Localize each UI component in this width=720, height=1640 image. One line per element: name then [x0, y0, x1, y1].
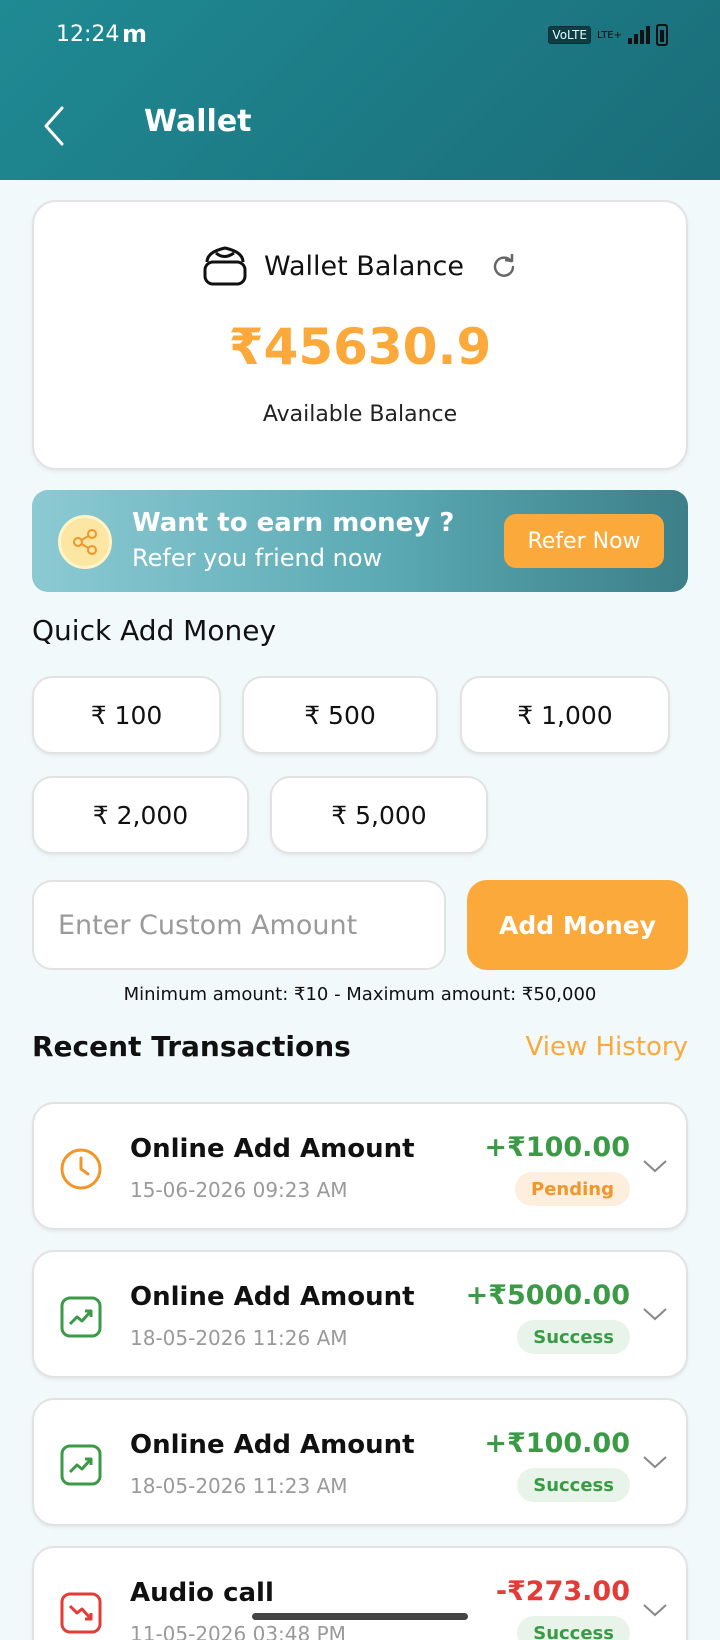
app-logo: m: [122, 20, 148, 48]
quick-amount-1000[interactable]: ₹ 1,000: [460, 676, 670, 754]
trending-down-icon: [58, 1590, 104, 1636]
transaction-date: 11-05-2026 03:48 PM: [130, 1622, 346, 1640]
transaction-item[interactable]: Online Add Amount 18-05-2026 11:26 AM +₹…: [32, 1250, 688, 1378]
transaction-item[interactable]: Audio call 11-05-2026 03:48 PM -₹273.00 …: [32, 1546, 688, 1640]
transaction-title: Audio call: [130, 1578, 274, 1608]
refer-subtitle: Refer you friend now: [132, 544, 383, 572]
clock-icon: [58, 1146, 104, 1192]
transaction-title: Online Add Amount: [130, 1430, 415, 1460]
volte-icon: VoLTE: [548, 26, 591, 44]
wallet-balance-card: Wallet Balance ₹45630.9 Available Balanc…: [32, 200, 688, 470]
wallet-icon: [203, 246, 247, 286]
transaction-date: 18-05-2026 11:26 AM: [130, 1326, 348, 1350]
transaction-amount: +₹100.00: [484, 1428, 630, 1459]
transaction-title: Online Add Amount: [130, 1134, 415, 1164]
page-title: Wallet: [144, 104, 252, 139]
custom-amount-input[interactable]: Enter Custom Amount: [32, 880, 446, 970]
status-badge: Pending: [515, 1172, 630, 1206]
back-button[interactable]: [38, 104, 74, 148]
balance-caption: Available Balance: [262, 402, 458, 427]
battery-icon: [656, 24, 668, 46]
status-time: 12:24: [56, 22, 120, 47]
quick-amount-100[interactable]: ₹ 100: [32, 676, 221, 754]
transaction-date: 18-05-2026 11:23 AM: [130, 1474, 348, 1498]
quick-amount-2000[interactable]: ₹ 2,000: [32, 776, 249, 854]
chevron-down-icon[interactable]: [642, 1600, 668, 1620]
transaction-amount: +₹5000.00: [465, 1280, 630, 1311]
status-badge: Success: [517, 1616, 630, 1640]
status-icons: VoLTE LTE+: [548, 24, 668, 46]
signal-icon: [628, 26, 650, 44]
trending-up-icon: [58, 1442, 104, 1488]
status-badge: Success: [517, 1468, 630, 1502]
balance-amount: ₹45630.9: [228, 318, 492, 376]
chevron-down-icon[interactable]: [642, 1452, 668, 1472]
add-money-button[interactable]: Add Money: [467, 880, 688, 970]
trending-up-icon: [58, 1294, 104, 1340]
refer-title: Want to earn money ?: [132, 508, 455, 538]
amount-limits: Minimum amount: ₹10 - Maximum amount: ₹5…: [123, 984, 597, 1005]
transaction-title: Online Add Amount: [130, 1282, 415, 1312]
refer-now-button[interactable]: Refer Now: [504, 514, 664, 568]
balance-header: Wallet Balance: [34, 244, 686, 288]
share-icon: [58, 515, 112, 569]
chevron-down-icon[interactable]: [642, 1156, 668, 1176]
balance-label: Wallet Balance: [264, 250, 464, 282]
chevron-down-icon[interactable]: [642, 1304, 668, 1324]
quick-amount-500[interactable]: ₹ 500: [242, 676, 438, 754]
refresh-icon[interactable]: [490, 252, 518, 280]
lte-icon: LTE+: [597, 29, 622, 41]
transaction-item[interactable]: Online Add Amount 18-05-2026 11:23 AM +₹…: [32, 1398, 688, 1526]
transaction-amount: -₹273.00: [495, 1576, 630, 1607]
home-indicator[interactable]: [252, 1613, 468, 1620]
transaction-amount: +₹100.00: [484, 1132, 630, 1163]
transaction-item[interactable]: Online Add Amount 15-06-2026 09:23 AM +₹…: [32, 1102, 688, 1230]
recent-transactions-title: Recent Transactions: [32, 1030, 351, 1063]
chevron-left-icon: [44, 106, 64, 146]
quick-amount-5000[interactable]: ₹ 5,000: [270, 776, 488, 854]
refer-banner: Want to earn money ? Refer you friend no…: [32, 490, 688, 592]
quick-add-title: Quick Add Money: [32, 614, 277, 647]
transaction-date: 15-06-2026 09:23 AM: [130, 1178, 348, 1202]
view-history-link[interactable]: View History: [526, 1032, 688, 1062]
status-badge: Success: [517, 1320, 630, 1354]
app-header: 12:24 m VoLTE LTE+ Wallet: [0, 0, 720, 180]
